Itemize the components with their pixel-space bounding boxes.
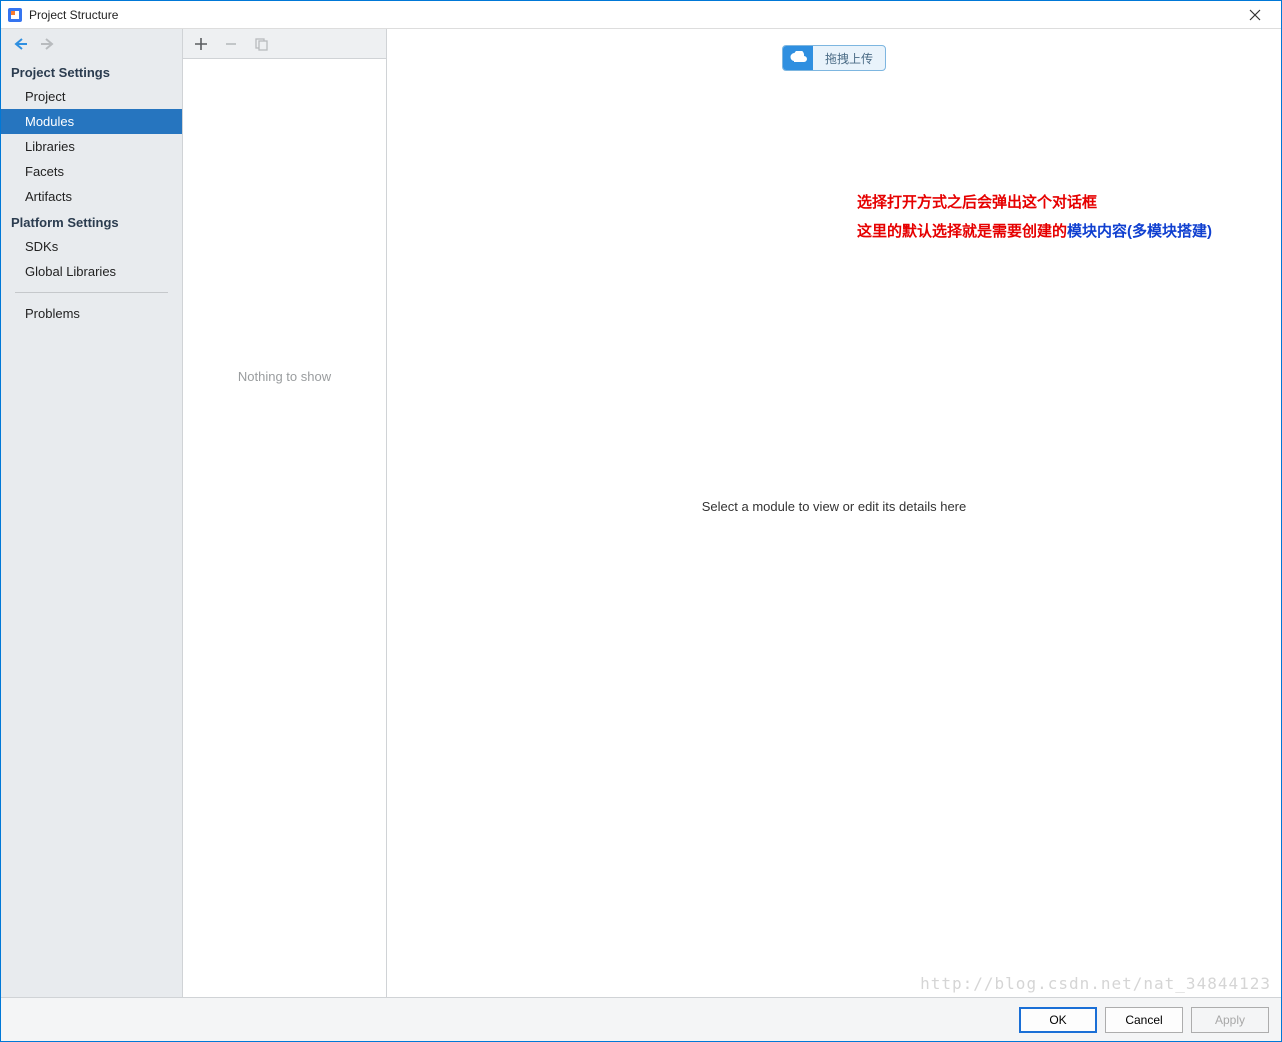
sidebar-item-project[interactable]: Project (1, 84, 182, 109)
annotation-line2-red: 这里的默认选择就是需要创建的 (857, 223, 1067, 240)
remove-module-button[interactable] (223, 36, 239, 52)
apply-button: Apply (1191, 1007, 1269, 1033)
nav-back-button[interactable] (11, 35, 29, 53)
section-header-platform-settings: Platform Settings (1, 209, 182, 234)
titlebar: Project Structure (1, 1, 1281, 29)
upload-badge-label: 拖拽上传 (813, 50, 885, 67)
module-list-empty: Nothing to show (183, 59, 386, 997)
sidebar-toolbar (1, 29, 182, 59)
cancel-button[interactable]: Cancel (1105, 1007, 1183, 1033)
content-placeholder: Select a module to view or edit its deta… (387, 499, 1281, 514)
sidebar-item-problems[interactable]: Problems (1, 301, 182, 326)
sidebar-item-sdks[interactable]: SDKs (1, 234, 182, 259)
ok-button[interactable]: OK (1019, 1007, 1097, 1033)
content-panel: 拖拽上传 选择打开方式之后会弹出这个对话框 这里的默认选择就是需要创建的模块内容… (387, 29, 1281, 997)
watermark: http://blog.csdn.net/nat_34844123 (920, 974, 1271, 993)
annotation-line2: 这里的默认选择就是需要创建的模块内容(多模块搭建) (857, 218, 1212, 247)
sidebar: Project Settings Project Modules Librari… (1, 29, 183, 997)
sidebar-item-facets[interactable]: Facets (1, 159, 182, 184)
window-close-button[interactable] (1235, 1, 1275, 29)
module-list-toolbar (183, 29, 386, 59)
annotation-line2-blue: 模块内容(多模块搭建) (1067, 223, 1212, 240)
sidebar-item-libraries[interactable]: Libraries (1, 134, 182, 159)
dialog-footer: OK Cancel Apply (1, 997, 1281, 1041)
upload-badge[interactable]: 拖拽上传 (782, 45, 886, 71)
sidebar-item-artifacts[interactable]: Artifacts (1, 184, 182, 209)
nav-forward-button[interactable] (39, 35, 57, 53)
window-title: Project Structure (29, 8, 118, 22)
annotation-overlay: 选择打开方式之后会弹出这个对话框 这里的默认选择就是需要创建的模块内容(多模块搭… (857, 189, 1212, 246)
cloud-upload-icon (783, 46, 813, 70)
sidebar-item-modules[interactable]: Modules (1, 109, 182, 134)
app-icon (7, 7, 23, 23)
add-module-button[interactable] (193, 36, 209, 52)
sidebar-item-global-libraries[interactable]: Global Libraries (1, 259, 182, 284)
copy-module-button[interactable] (253, 36, 269, 52)
annotation-line1: 选择打开方式之后会弹出这个对话框 (857, 189, 1212, 218)
module-list-panel: Nothing to show (183, 29, 387, 997)
module-list-empty-text: Nothing to show (238, 369, 331, 384)
sidebar-divider (15, 292, 168, 293)
section-header-project-settings: Project Settings (1, 59, 182, 84)
